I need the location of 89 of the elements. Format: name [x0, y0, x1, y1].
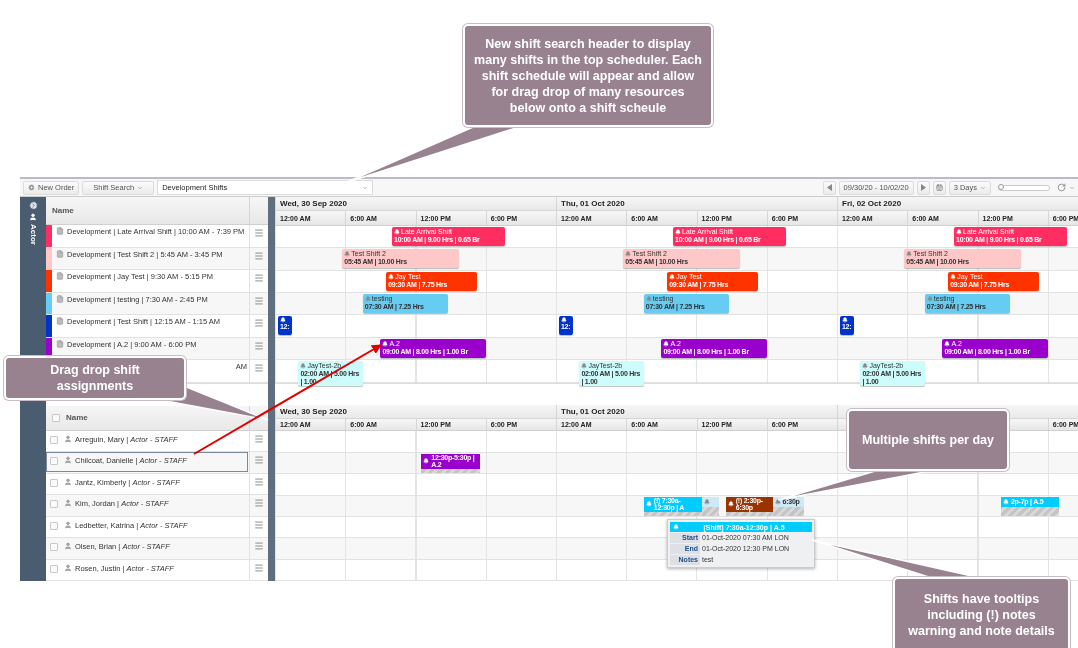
document-icon [56, 317, 64, 325]
person-icon [64, 456, 72, 464]
bell-icon [862, 363, 869, 370]
checkbox[interactable] [50, 521, 58, 530]
menu-icon[interactable] [254, 273, 264, 283]
column-header: Name [66, 413, 88, 422]
checkbox[interactable] [50, 435, 58, 444]
document-icon [56, 272, 64, 280]
caret-icon[interactable] [1069, 184, 1075, 191]
next-button[interactable] [916, 180, 930, 195]
person-icon [64, 477, 72, 486]
document-icon [56, 227, 64, 235]
plus-icon [28, 184, 35, 191]
bell-icon [944, 340, 951, 347]
menu-icon[interactable] [254, 455, 264, 465]
menu-icon[interactable] [254, 476, 264, 487]
checkbox[interactable] [50, 543, 58, 551]
bell-icon [669, 273, 676, 280]
bell-icon [774, 498, 781, 505]
menu-icon[interactable] [254, 541, 264, 551]
bell-icon [956, 229, 963, 235]
column-header: Name [52, 206, 74, 215]
bell-icon [300, 363, 307, 370]
date-header: Thu, 01 Oct 2020 [561, 199, 625, 208]
date-header: Wed, 30 Sep 2020 [280, 407, 347, 417]
document-icon [56, 339, 64, 348]
person-icon [64, 520, 72, 529]
bell-icon [394, 229, 401, 235]
bell-icon [1002, 498, 1009, 505]
person-icon [64, 542, 72, 550]
bell-icon [675, 229, 682, 235]
checkbox[interactable] [50, 500, 58, 508]
previous-button[interactable] [822, 180, 836, 195]
callout: Multiple shifts per day [847, 409, 1009, 471]
menu-icon[interactable] [254, 340, 264, 351]
right-triangle-icon [920, 184, 926, 191]
sidebar-label: Actor [28, 224, 38, 245]
bell-icon [663, 340, 670, 347]
date-header: Fri, 02 Oct 2020 [842, 199, 902, 208]
caret-icon [980, 184, 986, 191]
bell-icon [364, 296, 371, 303]
callout: Shifts have tooltips including (!) notes warning and note details [893, 577, 1070, 648]
checkbox[interactable] [52, 413, 60, 422]
menu-icon[interactable] [254, 318, 264, 328]
menu-icon[interactable] [254, 562, 264, 573]
bell-icon [625, 251, 632, 258]
bell-icon [704, 498, 711, 505]
assignment-block[interactable] [702, 496, 719, 516]
document-icon [56, 249, 64, 258]
date-header: Thu, 01 Oct 2020 [561, 407, 625, 417]
caret-icon [137, 184, 144, 191]
menu-icon[interactable] [254, 228, 264, 238]
checkbox[interactable] [50, 478, 58, 487]
bell-icon [950, 273, 957, 280]
refresh-icon[interactable] [1057, 183, 1066, 192]
menu-icon[interactable] [254, 433, 264, 444]
calendar-button[interactable] [932, 180, 946, 195]
person-icon [64, 563, 72, 572]
checkbox[interactable] [50, 564, 58, 573]
zoom-slider[interactable] [998, 184, 1050, 191]
bell-icon [645, 296, 652, 303]
caret-icon [362, 184, 369, 191]
date-header: Wed, 30 Sep 2020 [280, 199, 347, 208]
person-icon [64, 434, 72, 443]
slider-thumb[interactable] [997, 183, 1004, 190]
bell-icon [382, 340, 389, 347]
bell-icon [344, 251, 351, 258]
bell-icon [906, 251, 913, 258]
bell-icon [388, 273, 395, 280]
bell-icon [581, 363, 588, 370]
menu-icon[interactable] [254, 363, 264, 373]
menu-icon[interactable] [254, 519, 264, 530]
bell-icon [926, 296, 933, 303]
document-icon [56, 294, 64, 303]
checkbox[interactable] [50, 457, 58, 465]
menu-icon[interactable] [254, 250, 264, 261]
menu-icon[interactable] [254, 498, 264, 508]
calendar-icon [935, 184, 943, 191]
left-triangle-icon [826, 184, 832, 191]
splitter[interactable] [268, 197, 275, 581]
person-icon [64, 499, 72, 507]
bell-icon [727, 501, 734, 507]
person-icon [29, 213, 37, 221]
callout: Drag drop shift assignments [4, 356, 186, 400]
expand-icon[interactable] [28, 201, 38, 210]
bell-icon [673, 524, 679, 530]
bell-icon [645, 501, 652, 507]
menu-icon[interactable] [254, 295, 264, 306]
bell-icon [423, 458, 430, 465]
